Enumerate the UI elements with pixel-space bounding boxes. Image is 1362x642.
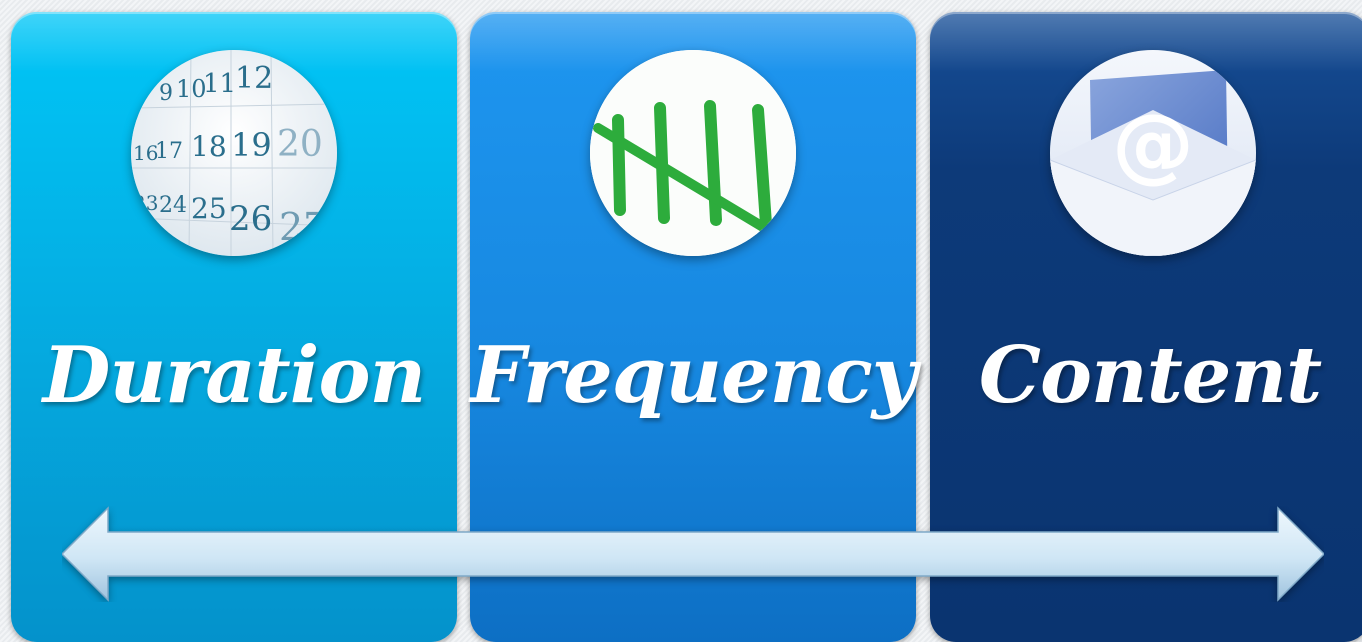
calendar-day: 12 [235,61,273,96]
calendar-day: 23 [133,191,158,215]
calendar-day: 17 [155,139,183,164]
calendar-day: 10 [176,75,207,103]
calendar-icon: 9 10 11 12 16 17 18 19 20 23 24 25 26 27 [131,50,337,256]
calendar-day: 24 [159,193,187,218]
content-label: Content [978,330,1322,421]
frequency-label: Frequency [470,330,917,421]
calendar-day: 11 [203,69,236,99]
calendar-day: 26 [229,199,272,239]
calendar-day: 27 [279,205,327,249]
calendar-day: 25 [191,192,227,225]
at-symbol: @ [1112,97,1194,192]
calendar-day: 20 [277,124,323,165]
calendar-day: 18 [191,130,227,163]
email-envelope-icon: @ [1050,50,1256,256]
double-headed-arrow-icon [62,506,1324,602]
tally-marks-icon [590,50,796,256]
calendar-day: 9 [159,81,173,106]
duration-label: Duration [42,330,426,421]
calendar-day: 19 [231,126,272,164]
